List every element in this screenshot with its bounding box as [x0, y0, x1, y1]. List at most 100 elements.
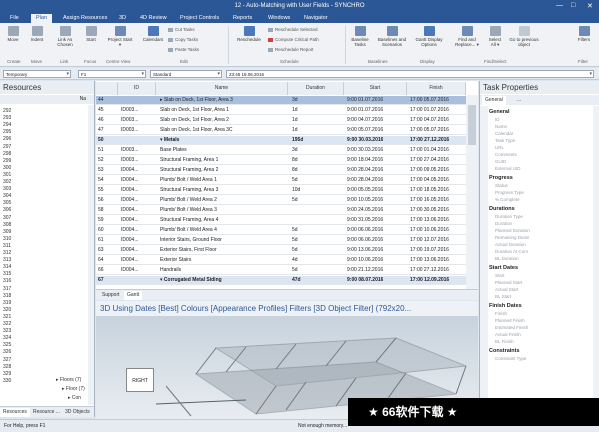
resource-row-number[interactable]: 298: [3, 151, 11, 157]
close-button[interactable]: ✕: [587, 2, 593, 10]
property-item[interactable]: Calendar: [495, 131, 513, 136]
property-item[interactable]: Comments: [495, 152, 517, 157]
resource-row-number[interactable]: 329: [3, 371, 11, 377]
table-row[interactable]: 47 ID003... Slab on Deck, 1st Floor, Area …: [96, 126, 466, 135]
style-select[interactable]: Standard: [150, 70, 222, 78]
col-header-start[interactable]: Start: [344, 82, 407, 95]
grid-scroll-thumb[interactable]: [468, 105, 476, 145]
menu-project-controls[interactable]: Project Controls: [180, 15, 219, 21]
select-all-button[interactable]: Select All ▾: [486, 26, 504, 47]
cut-tasks-button[interactable]: Cut Tasks: [168, 27, 195, 32]
gantt-display-options-button[interactable]: Gantt Display Options: [412, 26, 446, 47]
col-header-finish[interactable]: Finish: [407, 82, 466, 95]
view-cube[interactable]: RIGHT: [126, 368, 154, 392]
resource-row-number[interactable]: 330: [3, 378, 11, 384]
property-item[interactable]: External UID: [495, 166, 521, 171]
property-item[interactable]: Remaining Durat: [495, 235, 529, 240]
property-item[interactable]: BL Finish: [495, 339, 514, 344]
start-button[interactable]: Start: [82, 26, 100, 42]
property-item[interactable]: % Complete: [495, 197, 520, 202]
baselines-scenarios-button[interactable]: Baselines and Scenarios: [374, 26, 410, 47]
reschedule-button[interactable]: Reschedule: [232, 26, 266, 42]
col-header-name[interactable]: Name: [156, 82, 288, 95]
compute-critical-path-button[interactable]: Compute Critical Path: [268, 37, 319, 42]
property-item[interactable]: Constraint Type: [495, 356, 526, 361]
paste-tasks-button[interactable]: Paste Tasks: [168, 47, 199, 52]
link-as-chosen-button[interactable]: Link As Chosen: [51, 26, 79, 47]
resource-row-number[interactable]: 312: [3, 250, 11, 256]
resource-row-number[interactable]: 304: [3, 193, 11, 199]
table-row[interactable]: 55 ID004... Structural Framing, Area 3 10d 9…: [96, 186, 466, 195]
resource-row-number[interactable]: 301: [3, 172, 11, 178]
resource-row-number[interactable]: 294: [3, 122, 11, 128]
table-row[interactable]: 50 ▾ Metals 195d 9:00 30.03.2016 17:00 27.12…: [96, 136, 466, 145]
property-item[interactable]: URL: [495, 145, 504, 150]
tab-resources[interactable]: Resources: [0, 408, 30, 417]
maximize-button[interactable]: □: [571, 2, 575, 9]
menu-file[interactable]: File: [10, 15, 19, 21]
resource-row-number[interactable]: 324: [3, 335, 11, 341]
property-item[interactable]: Status: [495, 183, 508, 188]
resource-row-number[interactable]: 292: [3, 108, 11, 114]
property-group[interactable]: Start Dates: [489, 265, 518, 271]
floor-node[interactable]: ▸ Floor (7): [62, 386, 85, 392]
view-select[interactable]: Temporary: [3, 70, 71, 78]
table-row[interactable]: 59 ID004... Structural Framing, Area 4 9:00…: [96, 216, 466, 225]
baseline-tasks-button[interactable]: Baseline Tasks: [348, 26, 372, 47]
menu-reports[interactable]: Reports: [233, 15, 252, 21]
col-header-id[interactable]: ID: [118, 82, 156, 95]
menu-3d[interactable]: 3D: [119, 15, 126, 21]
resource-row-number[interactable]: 327: [3, 357, 11, 363]
find-replace-button[interactable]: Find and Replace... ▾: [450, 26, 484, 47]
copy-tasks-button[interactable]: Copy Tasks: [168, 37, 198, 42]
go-to-previous-button[interactable]: Go to previous object: [506, 26, 542, 47]
resource-row-number[interactable]: 313: [3, 257, 11, 263]
property-item[interactable]: Task Type: [495, 138, 515, 143]
resource-row-number[interactable]: 307: [3, 215, 11, 221]
property-item[interactable]: Actual Start: [495, 287, 518, 292]
table-row[interactable]: 51 ID003... Base Plates 3d 9:00 30.03.2016 17…: [96, 146, 466, 155]
property-item[interactable]: GUID: [495, 159, 506, 164]
reschedule-report-button[interactable]: Reschedule Report: [268, 47, 314, 52]
resource-row-number[interactable]: 308: [3, 222, 11, 228]
resource-row-number[interactable]: 320: [3, 307, 11, 313]
menu-plan[interactable]: Plan: [31, 14, 53, 23]
property-item[interactable]: ID: [495, 117, 500, 122]
resource-row-number[interactable]: 328: [3, 364, 11, 370]
resource-row-number[interactable]: 309: [3, 229, 11, 235]
tab-more[interactable]: ...: [514, 96, 524, 105]
tab-resource-2[interactable]: Resource ...: [30, 408, 63, 417]
resource-row-number[interactable]: 322: [3, 321, 11, 327]
resource-row-number[interactable]: 317: [3, 286, 11, 292]
resource-row-number[interactable]: 310: [3, 236, 11, 242]
tab-support[interactable]: Support: [99, 291, 123, 300]
resource-row-number[interactable]: 314: [3, 264, 11, 270]
table-row[interactable]: 54 ID004... Plumb/ Bolt / Weld Area 1 5d 9:0…: [96, 176, 466, 185]
tab-gantt[interactable]: Gantt: [124, 291, 143, 300]
property-item[interactable]: Duration: [495, 221, 512, 226]
property-item[interactable]: Name: [495, 124, 507, 129]
property-group[interactable]: General: [489, 109, 509, 115]
property-item[interactable]: Finish: [495, 311, 507, 316]
property-item[interactable]: Start: [495, 273, 505, 278]
property-item[interactable]: Progress Type: [495, 190, 524, 195]
resource-row-number[interactable]: 316: [3, 278, 11, 284]
table-row[interactable]: 67 ▾ Corrugated Metal Siding 47d 9:00 08.07…: [96, 276, 466, 285]
resource-row-number[interactable]: 326: [3, 349, 11, 355]
resource-row-number[interactable]: 295: [3, 129, 11, 135]
calendars-button[interactable]: Calendars: [139, 26, 167, 42]
table-row[interactable]: 52 ID003... Structural Framing, Area 1 8d 9:…: [96, 156, 466, 165]
minimize-button[interactable]: —: [556, 2, 563, 9]
reschedule-selected-button[interactable]: Reschedule Selected: [268, 27, 318, 32]
property-item[interactable]: BL Duration: [495, 256, 519, 261]
menu-windows[interactable]: Windows: [268, 15, 290, 21]
resource-row-number[interactable]: 325: [3, 342, 11, 348]
resource-row-number[interactable]: 323: [3, 328, 11, 334]
resource-row-number[interactable]: 306: [3, 207, 11, 213]
table-row[interactable]: 53 ID004... Structural Framing, Area 2 8d 9:…: [96, 166, 466, 175]
property-item[interactable]: Estimated Finish: [495, 325, 528, 330]
property-item[interactable]: Duration Type: [495, 214, 523, 219]
grid-scrollbar[interactable]: [466, 95, 478, 289]
property-group[interactable]: Durations: [489, 206, 515, 212]
tab-3d-objects[interactable]: 3D Objects: [62, 408, 93, 417]
